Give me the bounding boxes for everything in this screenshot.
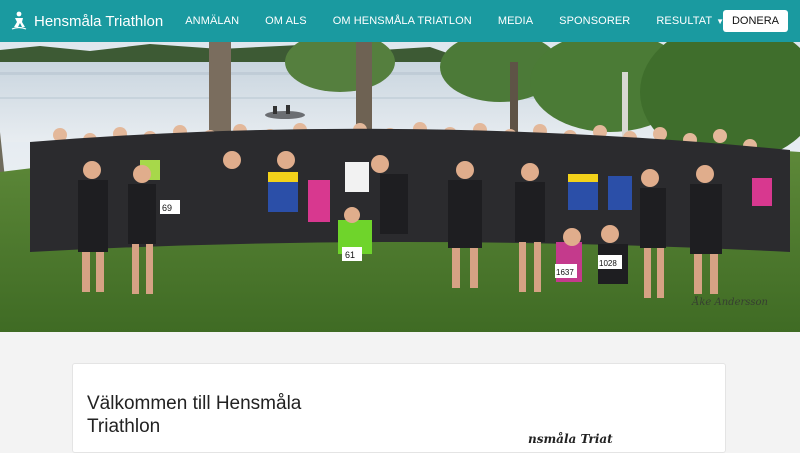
welcome-card: Välkommen till Hensmåla Triathlon nsmåla… <box>72 363 726 453</box>
nav-item-om-hensmala-triatlon[interactable]: OM HENSMÅLA TRIATLON <box>333 15 472 27</box>
bib-number: 69 <box>162 203 172 213</box>
main-nav: ANMÄLAN OM ALS OM HENSMÅLA TRIATLON MEDI… <box>185 15 750 27</box>
nav-item-media[interactable]: MEDIA <box>498 15 533 27</box>
bib-number: 1028 <box>599 259 617 268</box>
page-title: Välkommen till Hensmåla Triathlon <box>87 393 302 437</box>
nav-item-om-als[interactable]: OM ALS <box>265 15 307 27</box>
photo-credit: Åke Andersson <box>692 297 768 308</box>
top-navbar: Hensmåla Triathlon ANMÄLAN OM ALS OM HEN… <box>0 0 800 42</box>
brand-link[interactable]: Hensmåla Triathlon <box>10 11 163 31</box>
hero-photo: 69 61 1637 1028 Åke Andersson <box>0 42 800 332</box>
nav-item-resultat[interactable]: RESULTAT ▼ <box>656 15 724 27</box>
nav-item-sponsorer[interactable]: SPONSORER <box>559 15 630 27</box>
nav-item-anmalan[interactable]: ANMÄLAN <box>185 15 239 27</box>
bib-number: 1637 <box>556 268 574 277</box>
group-photo-image: 69 61 1637 1028 <box>0 42 800 332</box>
brand-name: Hensmåla Triathlon <box>34 12 164 30</box>
signature-image: nsmåla Triat <box>528 432 613 446</box>
nav-item-resultat-label: RESULTAT <box>656 15 713 27</box>
donate-button[interactable]: DONERA <box>722 10 788 32</box>
triathlete-logo-icon <box>11 11 27 30</box>
bib-number: 61 <box>345 250 355 260</box>
